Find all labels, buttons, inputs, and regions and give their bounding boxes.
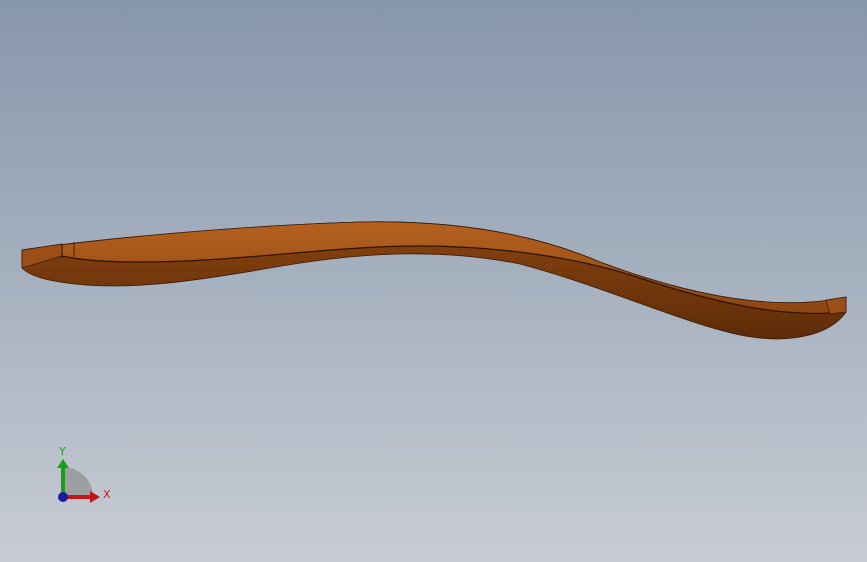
y-axis-arrowhead-icon [57, 459, 69, 468]
blade-right-end[interactable] [825, 296, 847, 315]
graphics-viewport[interactable]: Y X [0, 0, 867, 562]
triad-plane-icon [63, 467, 93, 497]
part-model[interactable] [0, 0, 867, 562]
x-axis-label: X [103, 488, 111, 501]
z-axis-origin-icon [58, 492, 68, 502]
coordinate-triad: Y X [57, 445, 111, 503]
x-axis-arrowhead-icon [90, 491, 100, 503]
y-axis-label: Y [58, 445, 66, 458]
